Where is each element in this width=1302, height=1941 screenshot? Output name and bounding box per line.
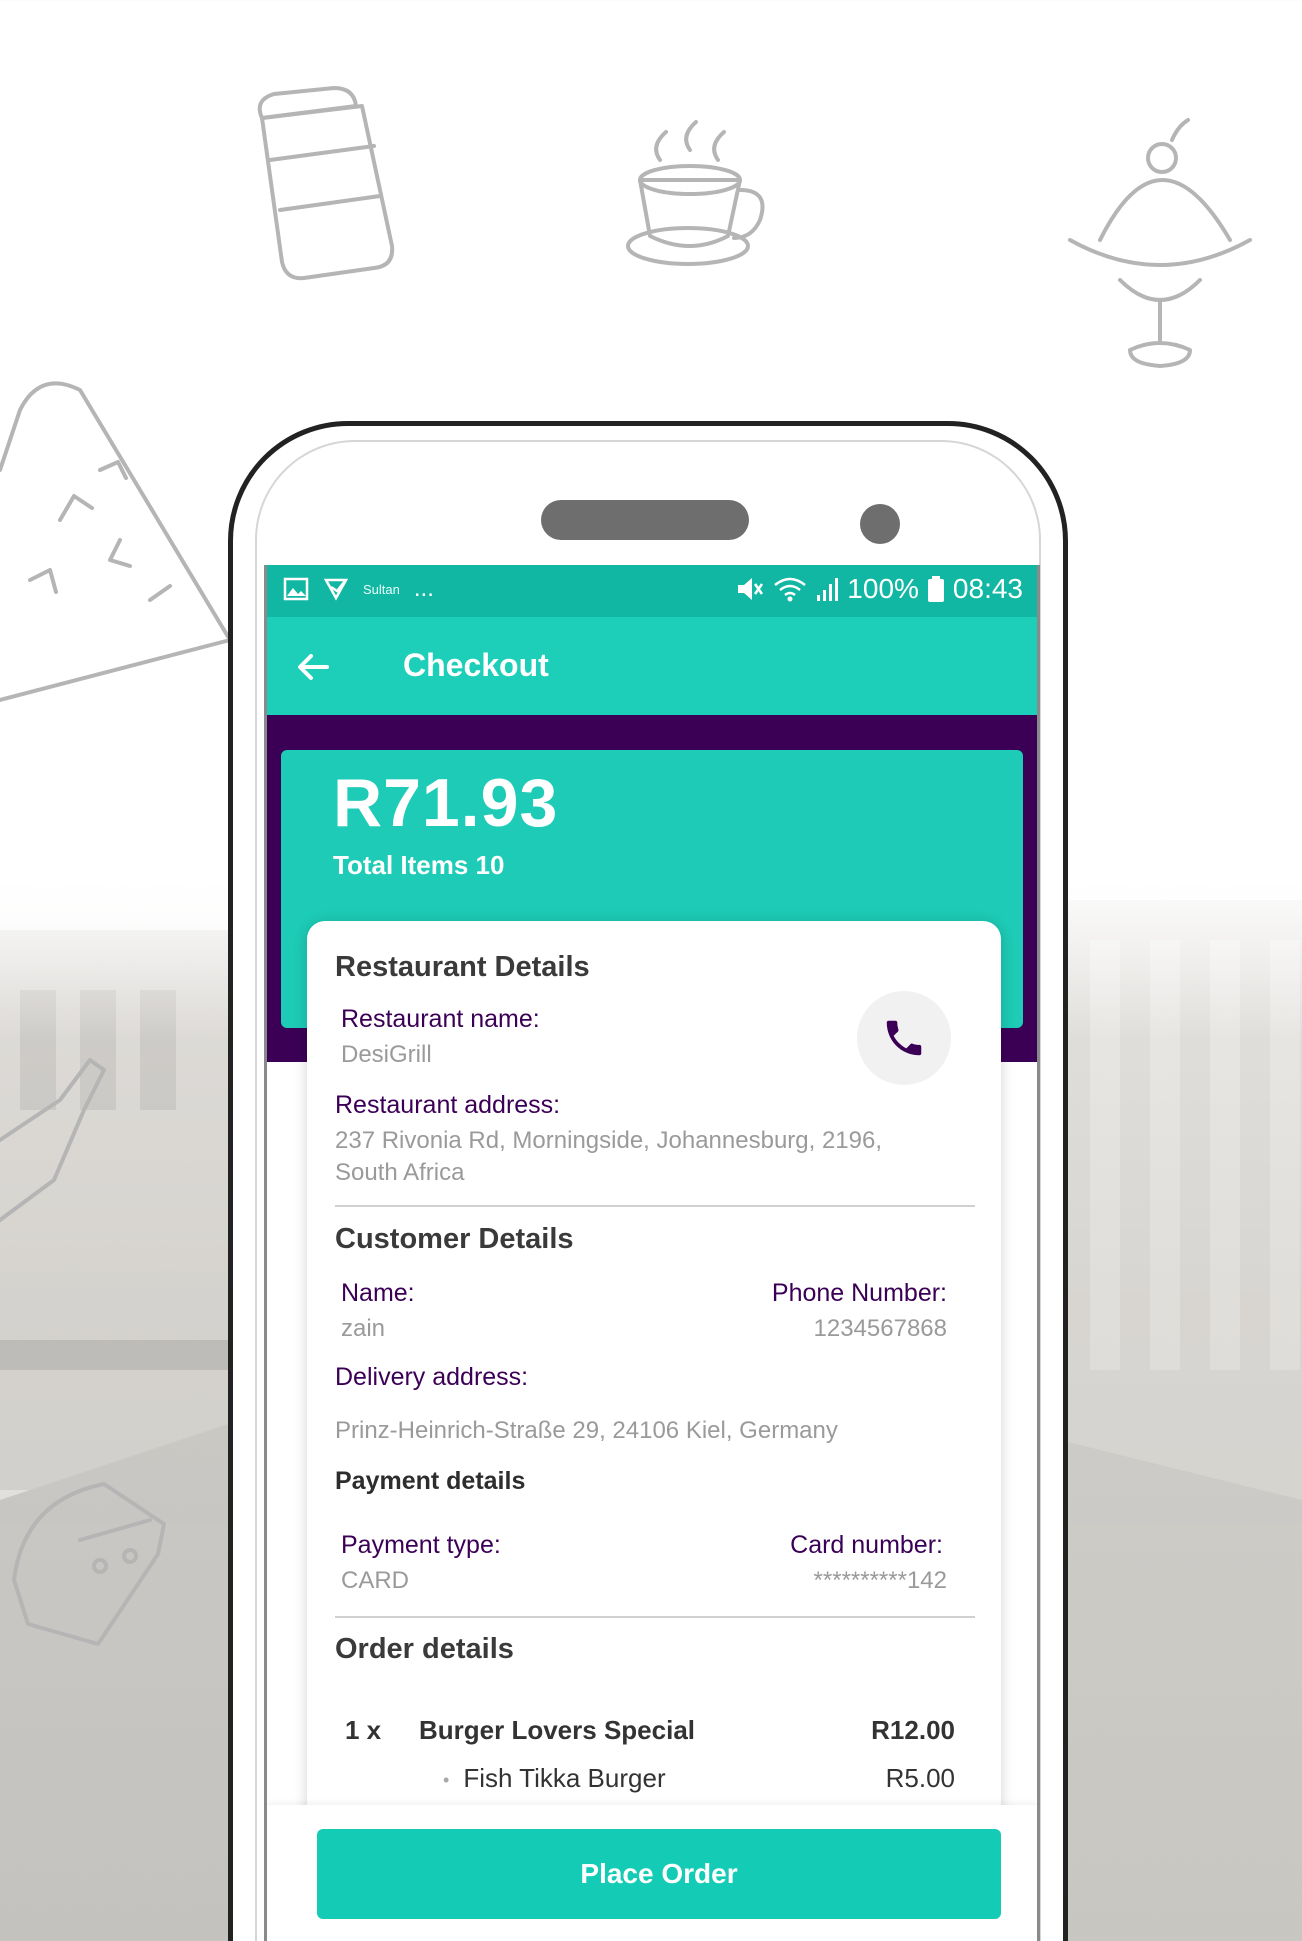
place-order-button[interactable]: Place Order — [317, 1829, 1001, 1919]
card-number-value: **********142 — [813, 1567, 947, 1594]
delivery-address-label: Delivery address: — [335, 1363, 529, 1391]
delivery-address-value: Prinz-Heinrich-Straße 29, 24106 Kiel, Ge… — [335, 1417, 838, 1444]
order-total: R71.93 — [333, 765, 559, 841]
battery-percent: 100% — [847, 573, 919, 604]
status-left: Sultan ... — [283, 577, 434, 601]
card-number-label: Card number: — [790, 1531, 943, 1559]
page-title: Checkout — [403, 647, 549, 683]
app-screen: Sultan ... 100% 08:43 Checkout R71.93 To… — [264, 565, 1040, 1941]
order-item-name: Burger Lovers Special — [419, 1715, 695, 1745]
phone-speaker — [541, 500, 749, 540]
customer-name-value: zain — [341, 1315, 386, 1342]
restaurant-address-line2: South Africa — [335, 1159, 465, 1186]
order-item-price: R12.00 — [871, 1715, 955, 1745]
order-item-extra-price: R5.00 — [885, 1763, 955, 1793]
status-carrier-text: Sultan — [363, 581, 400, 597]
status-time: 08:43 — [952, 573, 1023, 604]
gallery-icon — [283, 577, 309, 601]
divider — [335, 1205, 975, 1207]
app-bar: Checkout — [267, 617, 1037, 715]
battery-icon — [927, 576, 944, 602]
divider — [335, 1616, 975, 1618]
customer-details-heading: Customer Details — [335, 1223, 574, 1255]
order-item-extra-name: Fish Tikka Burger — [463, 1763, 666, 1793]
call-restaurant-button[interactable] — [857, 991, 951, 1085]
customer-name-label: Name: — [341, 1279, 415, 1307]
restaurant-address-label: Restaurant address: — [335, 1091, 561, 1119]
phone-icon — [886, 1020, 922, 1056]
wifi-icon — [774, 577, 807, 602]
order-item-qty: 1 x — [345, 1715, 382, 1745]
restaurant-name-value: DesiGrill — [341, 1041, 432, 1068]
status-right: 100% 08:43 — [735, 573, 1023, 605]
arrow-left-icon[interactable] — [293, 647, 333, 687]
total-items: Total Items 10 — [333, 850, 505, 880]
mute-icon — [738, 578, 764, 600]
app-notification-icon — [323, 578, 349, 601]
payment-details-heading: Payment details — [335, 1467, 526, 1495]
bullet-icon: • — [443, 1769, 450, 1790]
checkout-details-card: Restaurant Details Restaurant name: Desi… — [307, 921, 1001, 1941]
restaurant-address-line1: 237 Rivonia Rd, Morningside, Johannesbur… — [335, 1127, 883, 1154]
status-more-indicator: ... — [413, 575, 434, 602]
bottom-action-bar: Place Order — [267, 1805, 1037, 1941]
phone-number-value: 1234567868 — [813, 1315, 947, 1342]
payment-type-label: Payment type: — [341, 1531, 501, 1559]
restaurant-name-label: Restaurant name: — [341, 1005, 540, 1033]
status-bar: Sultan ... 100% 08:43 — [267, 565, 1037, 617]
phone-camera — [860, 504, 900, 544]
signal-icon — [817, 578, 839, 601]
order-details-heading: Order details — [335, 1633, 514, 1665]
payment-type-value: CARD — [341, 1567, 410, 1594]
order-item-extra: • Fish Tikka Burger — [443, 1763, 666, 1794]
phone-number-label: Phone Number: — [771, 1279, 947, 1307]
restaurant-details-heading: Restaurant Details — [335, 951, 590, 983]
